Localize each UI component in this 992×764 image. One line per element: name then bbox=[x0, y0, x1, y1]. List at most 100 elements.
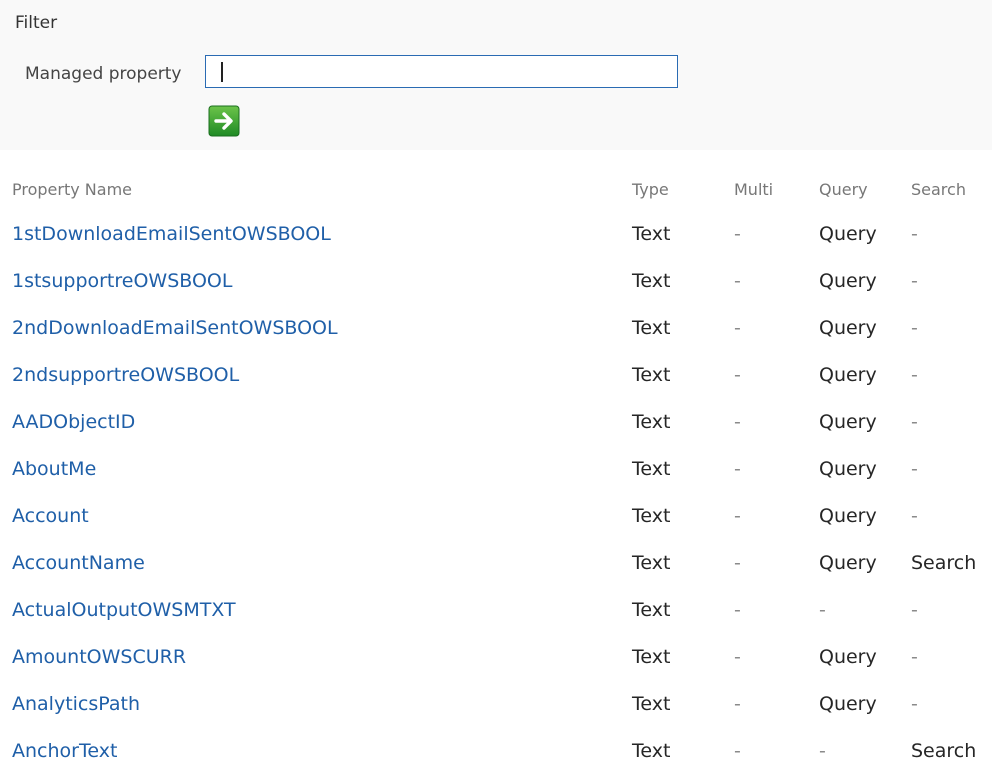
property-name-cell: 1stDownloadEmailSentOWSBOOL bbox=[0, 210, 632, 257]
type-cell: Text bbox=[632, 551, 671, 574]
table-row: AccountName Text - Query Search bbox=[0, 539, 992, 586]
property-name-cell: ActualOutputOWSMTXT bbox=[0, 586, 632, 633]
column-header-query: Query bbox=[819, 179, 868, 199]
query-cell: - bbox=[819, 598, 826, 621]
search-cell: - bbox=[911, 504, 918, 527]
type-cell: Text bbox=[632, 410, 671, 433]
query-cell: Query bbox=[819, 551, 877, 574]
property-name-cell: 2ndDownloadEmailSentOWSBOOL bbox=[0, 304, 632, 351]
type-cell: Text bbox=[632, 457, 671, 480]
property-name-cell: AccountName bbox=[0, 539, 632, 586]
multi-cell: - bbox=[734, 316, 741, 339]
property-name-cell: 1stsupportreOWSBOOL bbox=[0, 257, 632, 304]
property-name-link[interactable]: 2ndsupportreOWSBOOL bbox=[12, 364, 239, 386]
multi-cell: - bbox=[734, 739, 741, 762]
table-row: AnalyticsPath Text - Query - bbox=[0, 680, 992, 727]
table-row: 1stDownloadEmailSentOWSBOOL Text - Query - bbox=[0, 210, 992, 257]
managed-properties-page: Filter Managed property Property Name Ty… bbox=[0, 0, 992, 764]
table-row: 2ndsupportreOWSBOOL Text - Query - bbox=[0, 351, 992, 398]
type-cell: Text bbox=[632, 269, 671, 292]
property-name-link[interactable]: 1stsupportreOWSBOOL bbox=[12, 270, 232, 292]
search-cell: - bbox=[911, 457, 918, 480]
property-name-link[interactable]: 1stDownloadEmailSentOWSBOOL bbox=[12, 223, 331, 245]
search-cell: - bbox=[911, 410, 918, 433]
type-cell: Text bbox=[632, 739, 671, 762]
table-body: 1stDownloadEmailSentOWSBOOL Text - Query -1s… bbox=[0, 210, 992, 764]
go-button[interactable] bbox=[208, 105, 240, 137]
property-name-link[interactable]: ActualOutputOWSMTXT bbox=[12, 599, 236, 621]
query-cell: Query bbox=[819, 269, 877, 292]
multi-cell: - bbox=[734, 457, 741, 480]
multi-cell: - bbox=[734, 269, 741, 292]
search-cell: Search bbox=[911, 551, 977, 574]
property-name-cell: AmountOWSCURR bbox=[0, 633, 632, 680]
property-name-link[interactable]: AADObjectID bbox=[12, 411, 135, 433]
query-cell: Query bbox=[819, 410, 877, 433]
type-cell: Text bbox=[632, 692, 671, 715]
property-name-link[interactable]: AmountOWSCURR bbox=[12, 646, 186, 668]
property-name-link[interactable]: 2ndDownloadEmailSentOWSBOOL bbox=[12, 317, 338, 339]
text-cursor bbox=[221, 62, 223, 82]
table-row: AmountOWSCURR Text - Query - bbox=[0, 633, 992, 680]
table-row: 2ndDownloadEmailSentOWSBOOL Text - Query - bbox=[0, 304, 992, 351]
column-header-multi: Multi bbox=[734, 179, 774, 199]
table-row: Account Text - Query - bbox=[0, 492, 992, 539]
table-row: ActualOutputOWSMTXT Text - - - bbox=[0, 586, 992, 633]
property-name-link[interactable]: Account bbox=[12, 505, 89, 527]
search-cell: - bbox=[911, 269, 918, 292]
managed-property-label: Managed property bbox=[25, 64, 182, 84]
green-arrow-right-icon bbox=[208, 105, 240, 137]
property-name-cell: 2ndsupportreOWSBOOL bbox=[0, 351, 632, 398]
search-cell: Search bbox=[911, 739, 977, 762]
search-cell: - bbox=[911, 692, 918, 715]
filter-title: Filter bbox=[15, 13, 58, 33]
query-cell: Query bbox=[819, 645, 877, 668]
managed-property-input[interactable] bbox=[205, 55, 678, 88]
property-name-link[interactable]: AboutMe bbox=[12, 458, 96, 480]
type-cell: Text bbox=[632, 598, 671, 621]
multi-cell: - bbox=[734, 504, 741, 527]
type-cell: Text bbox=[632, 363, 671, 386]
type-cell: Text bbox=[632, 645, 671, 668]
table-row: AboutMe Text - Query - bbox=[0, 445, 992, 492]
type-cell: Text bbox=[632, 316, 671, 339]
query-cell: Query bbox=[819, 457, 877, 480]
table-header-row: Property Name Type Multi Query Search bbox=[0, 168, 992, 210]
query-cell: Query bbox=[819, 504, 877, 527]
property-name-cell: AboutMe bbox=[0, 445, 632, 492]
property-name-cell: Account bbox=[0, 492, 632, 539]
managed-properties-table: Property Name Type Multi Query Search 1s… bbox=[0, 168, 992, 764]
search-cell: - bbox=[911, 363, 918, 386]
multi-cell: - bbox=[734, 410, 741, 433]
query-cell: Query bbox=[819, 692, 877, 715]
property-name-cell: AnalyticsPath bbox=[0, 680, 632, 727]
multi-cell: - bbox=[734, 598, 741, 621]
type-cell: Text bbox=[632, 222, 671, 245]
table-row: AnchorText Text - - Search bbox=[0, 727, 992, 764]
query-cell: Query bbox=[819, 316, 877, 339]
search-cell: - bbox=[911, 222, 918, 245]
query-cell: Query bbox=[819, 222, 877, 245]
multi-cell: - bbox=[734, 363, 741, 386]
search-cell: - bbox=[911, 598, 918, 621]
multi-cell: - bbox=[734, 551, 741, 574]
table-row: AADObjectID Text - Query - bbox=[0, 398, 992, 445]
column-header-search: Search bbox=[911, 179, 966, 199]
type-cell: Text bbox=[632, 504, 671, 527]
property-name-link[interactable]: AnalyticsPath bbox=[12, 693, 140, 715]
query-cell: Query bbox=[819, 363, 877, 386]
column-header-property-name: Property Name bbox=[12, 179, 132, 199]
multi-cell: - bbox=[734, 645, 741, 668]
query-cell: - bbox=[819, 739, 826, 762]
table-row: 1stsupportreOWSBOOL Text - Query - bbox=[0, 257, 992, 304]
column-header-type: Type bbox=[632, 179, 669, 199]
search-cell: - bbox=[911, 645, 918, 668]
property-name-link[interactable]: AccountName bbox=[12, 552, 145, 574]
multi-cell: - bbox=[734, 222, 741, 245]
property-name-cell: AADObjectID bbox=[0, 398, 632, 445]
multi-cell: - bbox=[734, 692, 741, 715]
search-cell: - bbox=[911, 316, 918, 339]
property-name-link[interactable]: AnchorText bbox=[12, 740, 117, 762]
property-name-cell: AnchorText bbox=[0, 727, 632, 764]
filter-section: Filter Managed property bbox=[0, 0, 992, 150]
